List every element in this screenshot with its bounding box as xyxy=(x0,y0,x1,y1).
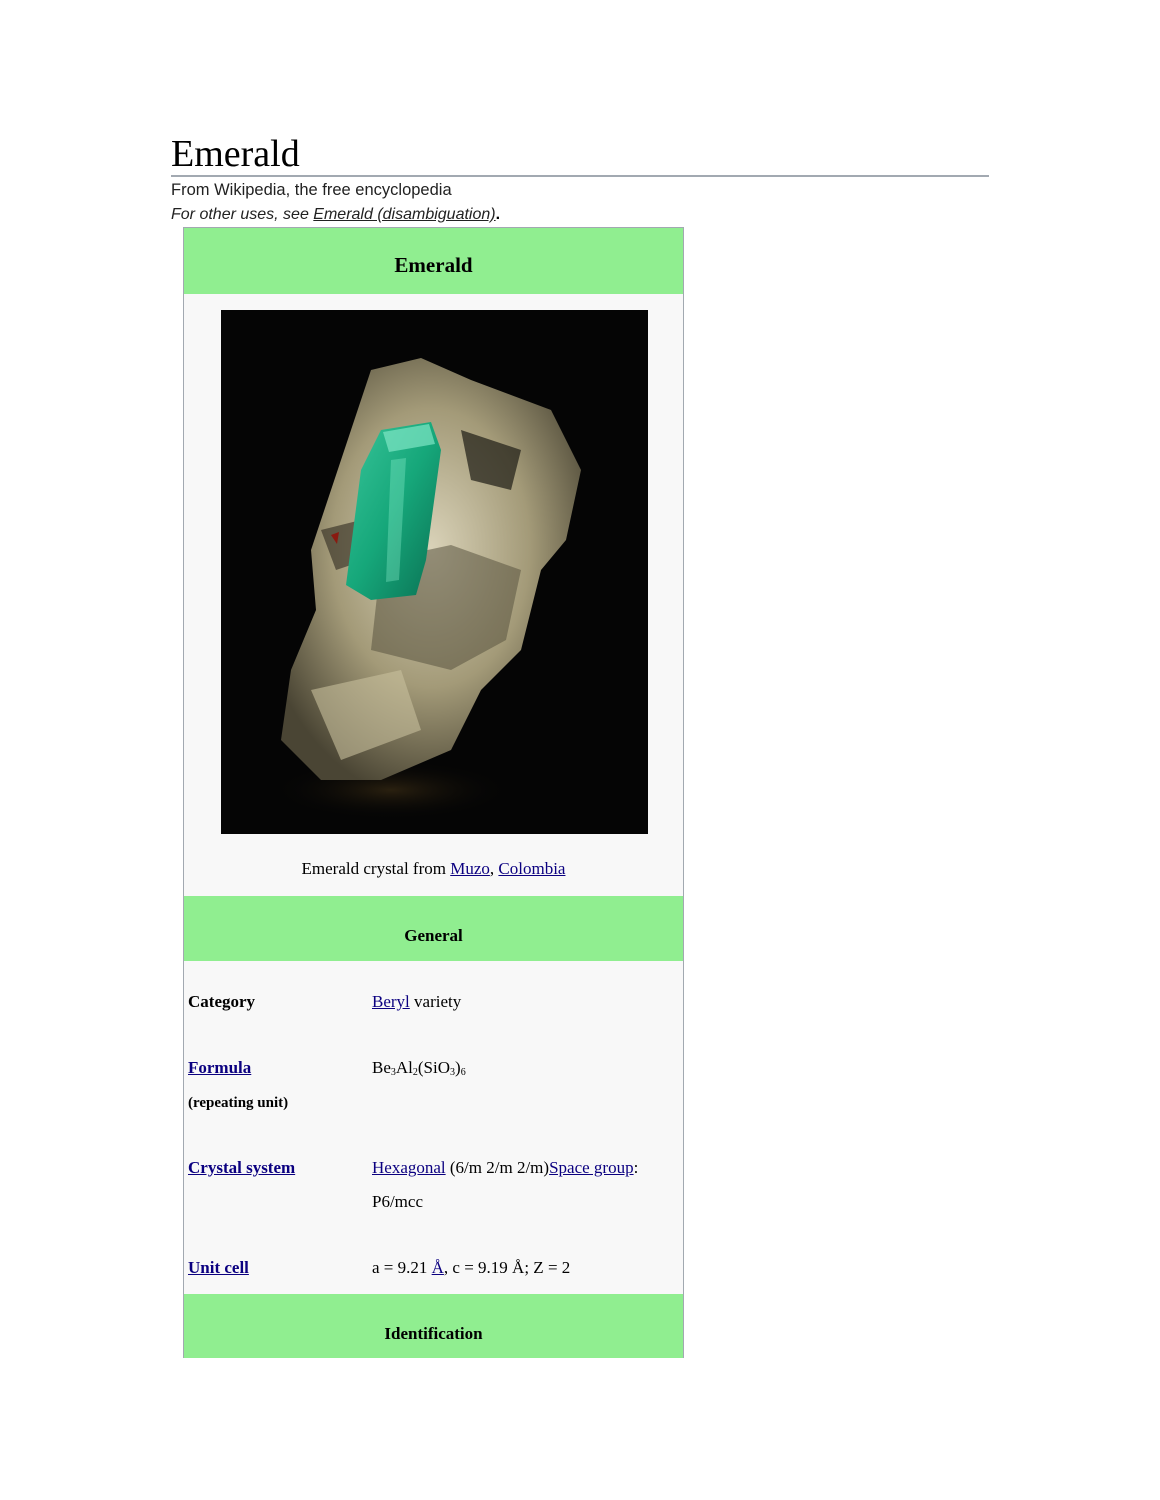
section-header-general: General xyxy=(184,896,683,961)
hatnote: For other uses, see Emerald (disambiguat… xyxy=(171,205,500,225)
page-tagline: From Wikipedia, the free encyclopedia xyxy=(171,181,452,199)
section-header-identification: Identification xyxy=(184,1294,683,1358)
formula-part: Be xyxy=(372,1058,391,1077)
space-group-value: P6/mcc xyxy=(372,1192,423,1211)
infobox-title: Emerald xyxy=(184,228,683,294)
category-value: Beryl variety xyxy=(372,985,672,1019)
disambiguation-link[interactable]: Emerald (disambiguation) xyxy=(313,206,495,223)
infobox-caption: Emerald crystal from Muzo, Colombia xyxy=(184,856,683,882)
hexagonal-link[interactable]: Hexagonal xyxy=(372,1158,446,1177)
category-label: Category xyxy=(188,992,256,1011)
crystal-system-label: Crystal system xyxy=(188,1151,295,1185)
formula-part: (SiO xyxy=(417,1058,451,1077)
infobox: Emerald Emerald crystal from Muzo, Colom… xyxy=(183,227,684,1358)
formula-sublabel: (repeating unit) xyxy=(188,1095,289,1111)
unit-cell-text-a: a = 9.21 xyxy=(372,1258,432,1277)
colon-text: : xyxy=(633,1158,639,1177)
unit-cell-text-rest: , c = 9.19 Å; Z = 2 xyxy=(443,1258,571,1277)
emerald-crystal-photo xyxy=(221,310,648,834)
unit-cell-value: a = 9.21 Å, c = 9.19 Å; Z = 2 xyxy=(372,1251,672,1285)
title-divider xyxy=(171,175,989,177)
formula-part: Al xyxy=(395,1058,413,1077)
formula-link[interactable]: Formula xyxy=(188,1058,251,1077)
angstrom-link[interactable]: Å xyxy=(432,1258,444,1277)
formula-value: Be3Al2(SiO3)6 xyxy=(372,1051,672,1085)
point-group-text: (6/m 2/m 2/m) xyxy=(445,1158,550,1177)
space-group-link[interactable]: Space group xyxy=(549,1158,634,1177)
page-title: Emerald xyxy=(171,133,300,175)
muzo-link[interactable]: Muzo xyxy=(450,859,490,878)
crystal-system-value: Hexagonal (6/m 2/m 2/m)Space group: P6/mc… xyxy=(372,1151,672,1219)
hatnote-prefix: For other uses, see xyxy=(171,206,314,223)
category-value-text: variety xyxy=(409,992,462,1011)
hatnote-suffix: . xyxy=(495,206,501,223)
formula-subscript: 6 xyxy=(460,1067,466,1078)
formula-label: Formula xyxy=(188,1051,251,1085)
colombia-link[interactable]: Colombia xyxy=(498,859,565,878)
crystal-system-link[interactable]: Crystal system xyxy=(188,1158,295,1177)
unit-cell-link[interactable]: Unit cell xyxy=(188,1258,249,1277)
emerald-crystal-image[interactable] xyxy=(221,310,648,834)
caption-prefix: Emerald crystal from xyxy=(301,859,451,878)
unit-cell-label: Unit cell xyxy=(188,1251,249,1285)
beryl-link[interactable]: Beryl xyxy=(372,992,410,1011)
